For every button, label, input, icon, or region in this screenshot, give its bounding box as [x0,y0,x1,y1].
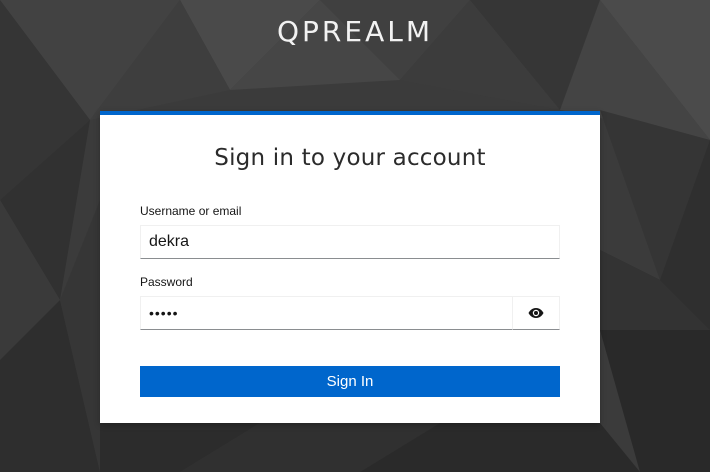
page-title: Sign in to your account [214,145,486,171]
password-label: Password [140,275,193,289]
eye-icon [528,307,544,319]
username-label: Username or email [140,204,242,218]
show-password-button[interactable] [512,296,560,330]
password-field[interactable] [140,296,513,330]
sign-in-button[interactable]: Sign In [140,366,560,397]
login-card: Sign in to your account Username or emai… [100,111,600,423]
username-field[interactable] [140,225,560,259]
realm-title: QPREALM [277,15,433,48]
